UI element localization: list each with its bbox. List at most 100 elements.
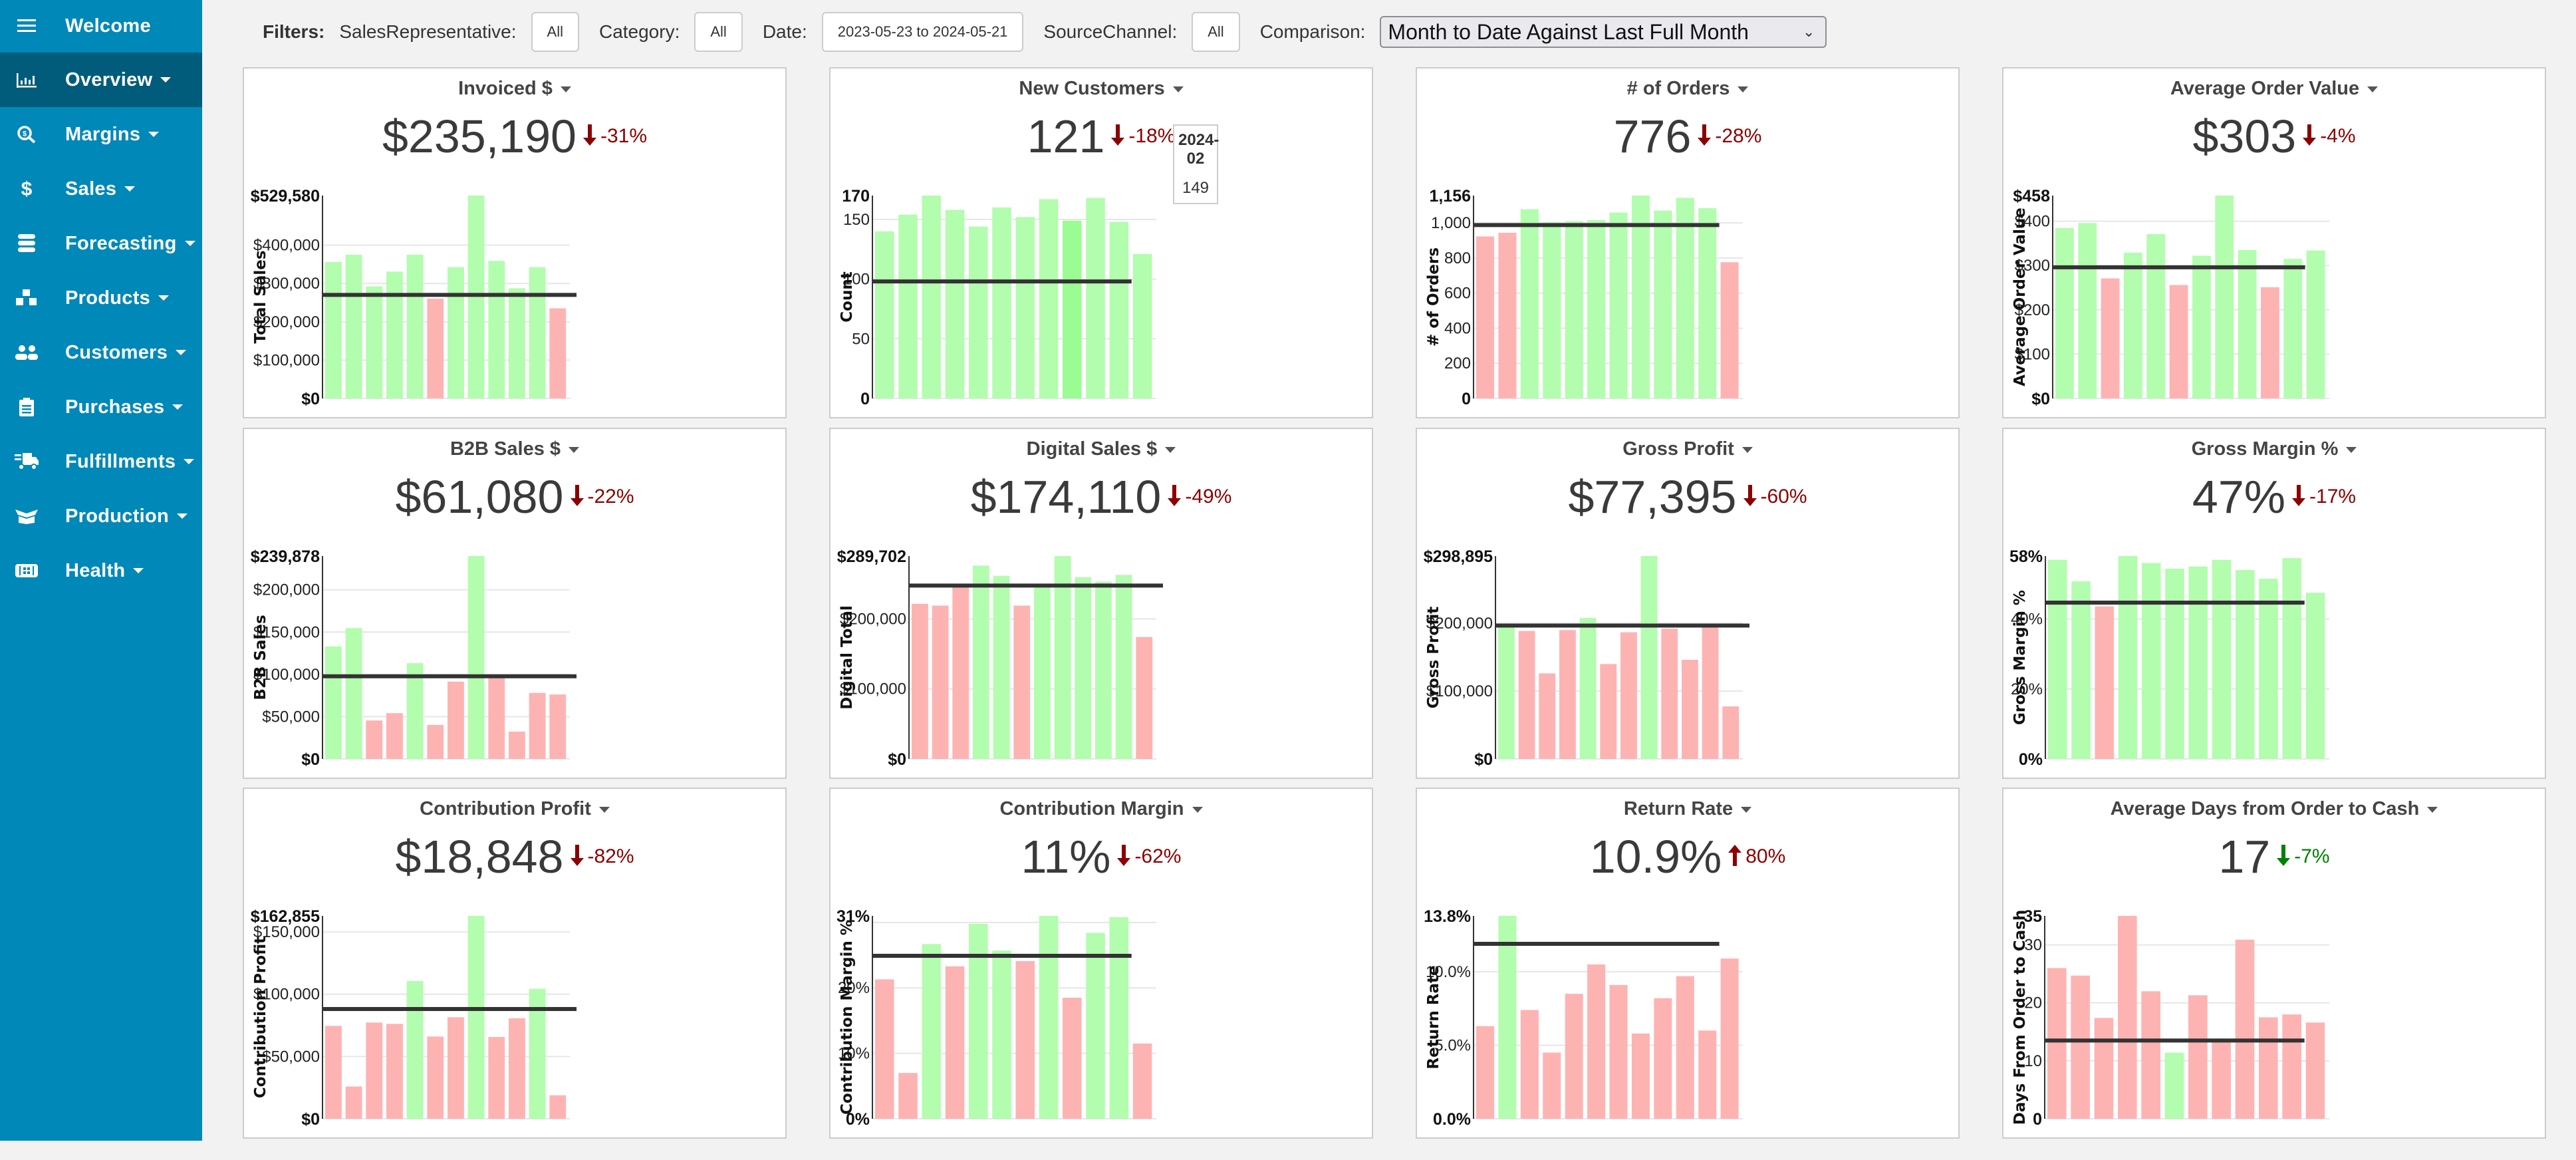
bar[interactable] [2071, 581, 2091, 759]
bar[interactable] [2238, 249, 2257, 398]
bar[interactable] [1543, 221, 1561, 398]
bar[interactable] [969, 226, 988, 398]
bar[interactable] [488, 1037, 505, 1119]
bar[interactable] [386, 713, 403, 759]
bar[interactable] [1039, 199, 1059, 398]
sidebar-item-purchases[interactable]: Purchases [0, 380, 202, 434]
bar[interactable] [945, 966, 965, 1119]
bar[interactable] [2282, 558, 2302, 759]
bar[interactable] [1587, 964, 1606, 1119]
sidebar-item-margins[interactable]: $ Margins [0, 107, 202, 162]
bar[interactable] [386, 271, 403, 398]
bar[interactable] [1498, 232, 1517, 398]
bar[interactable] [945, 210, 965, 398]
bar[interactable] [2188, 995, 2208, 1119]
bar[interactable] [973, 565, 989, 759]
bar[interactable] [2164, 1052, 2184, 1119]
sidebar-item-customers[interactable]: Customers [0, 325, 202, 380]
bar[interactable] [2282, 1014, 2301, 1119]
bar[interactable] [1109, 917, 1129, 1119]
bar[interactable] [1498, 916, 1517, 1119]
bar[interactable] [1720, 262, 1739, 398]
bar[interactable] [2261, 287, 2279, 398]
bar[interactable] [448, 1017, 464, 1119]
bar[interactable] [325, 261, 342, 398]
bar[interactable] [509, 1018, 525, 1119]
bar[interactable] [1063, 220, 1082, 398]
bar[interactable] [2048, 559, 2067, 759]
bar[interactable] [1609, 212, 1628, 398]
bar[interactable] [2305, 593, 2325, 759]
bar[interactable] [1520, 1010, 1539, 1119]
bar[interactable] [1676, 976, 1694, 1119]
bar[interactable] [1722, 706, 1739, 759]
bar[interactable] [1631, 1033, 1650, 1119]
bar[interactable] [2095, 606, 2115, 759]
sidebar-item-health[interactable]: Health [0, 543, 202, 598]
bar[interactable] [2142, 563, 2161, 759]
bar[interactable] [898, 214, 918, 398]
bar[interactable] [1640, 556, 1658, 759]
bar[interactable] [366, 286, 383, 398]
bar[interactable] [366, 1022, 383, 1119]
bar[interactable] [1034, 586, 1051, 759]
bar[interactable] [2094, 1018, 2114, 1119]
bar[interactable] [1039, 916, 1059, 1119]
bar[interactable] [1086, 933, 1105, 1119]
bar[interactable] [2055, 227, 2074, 398]
bar[interactable] [932, 605, 949, 759]
bar[interactable] [1086, 198, 1105, 398]
bar[interactable] [2188, 566, 2208, 759]
sidebar-item-overview[interactable]: Overview [0, 53, 202, 107]
bar[interactable] [2306, 250, 2325, 398]
bar[interactable] [993, 575, 1010, 759]
bar[interactable] [2283, 259, 2303, 398]
bar[interactable] [427, 724, 444, 759]
bar[interactable] [1498, 623, 1515, 759]
bar[interactable] [1682, 660, 1698, 759]
bar[interactable] [2071, 975, 2090, 1119]
sidebar-item-sales[interactable]: $ Sales [0, 162, 202, 216]
bar[interactable] [1720, 958, 1739, 1119]
bar[interactable] [1698, 208, 1717, 398]
category-filter[interactable]: All [694, 12, 743, 52]
bar[interactable] [448, 267, 464, 398]
bar[interactable] [992, 950, 1011, 1119]
bar[interactable] [2101, 278, 2120, 398]
sidebar-item-forecasting[interactable]: Forecasting [0, 216, 202, 271]
bar[interactable] [529, 692, 546, 759]
bar[interactable] [1115, 575, 1132, 759]
bar[interactable] [1609, 984, 1628, 1119]
bar[interactable] [875, 231, 894, 398]
bar[interactable] [1109, 221, 1129, 398]
bar[interactable] [2047, 968, 2067, 1119]
bar[interactable] [467, 916, 485, 1119]
bar[interactable] [2212, 559, 2232, 759]
bar[interactable] [345, 254, 362, 398]
bar[interactable] [2305, 1022, 2325, 1119]
bar[interactable] [325, 646, 342, 759]
bar[interactable] [488, 261, 505, 398]
bar[interactable] [488, 677, 505, 759]
bar[interactable] [992, 207, 1011, 398]
bar[interactable] [2259, 1017, 2278, 1119]
bar[interactable] [467, 196, 485, 398]
bar[interactable] [1015, 217, 1035, 398]
bar[interactable] [2124, 252, 2142, 398]
bar[interactable] [2192, 255, 2211, 398]
bar[interactable] [427, 1036, 444, 1119]
bar[interactable] [1013, 605, 1031, 759]
bar[interactable] [549, 1095, 567, 1119]
bar[interactable] [406, 980, 424, 1119]
bar[interactable] [1015, 960, 1035, 1119]
bar[interactable] [1654, 998, 1672, 1119]
bar[interactable] [1620, 632, 1637, 759]
bar[interactable] [1075, 577, 1092, 759]
sidebar-item-production[interactable]: Production [0, 489, 202, 543]
bar[interactable] [1132, 253, 1152, 398]
bar[interactable] [1702, 627, 1719, 759]
bar[interactable] [509, 731, 525, 759]
bar[interactable] [386, 1024, 403, 1119]
bar[interactable] [922, 944, 942, 1119]
bar[interactable] [509, 288, 525, 398]
